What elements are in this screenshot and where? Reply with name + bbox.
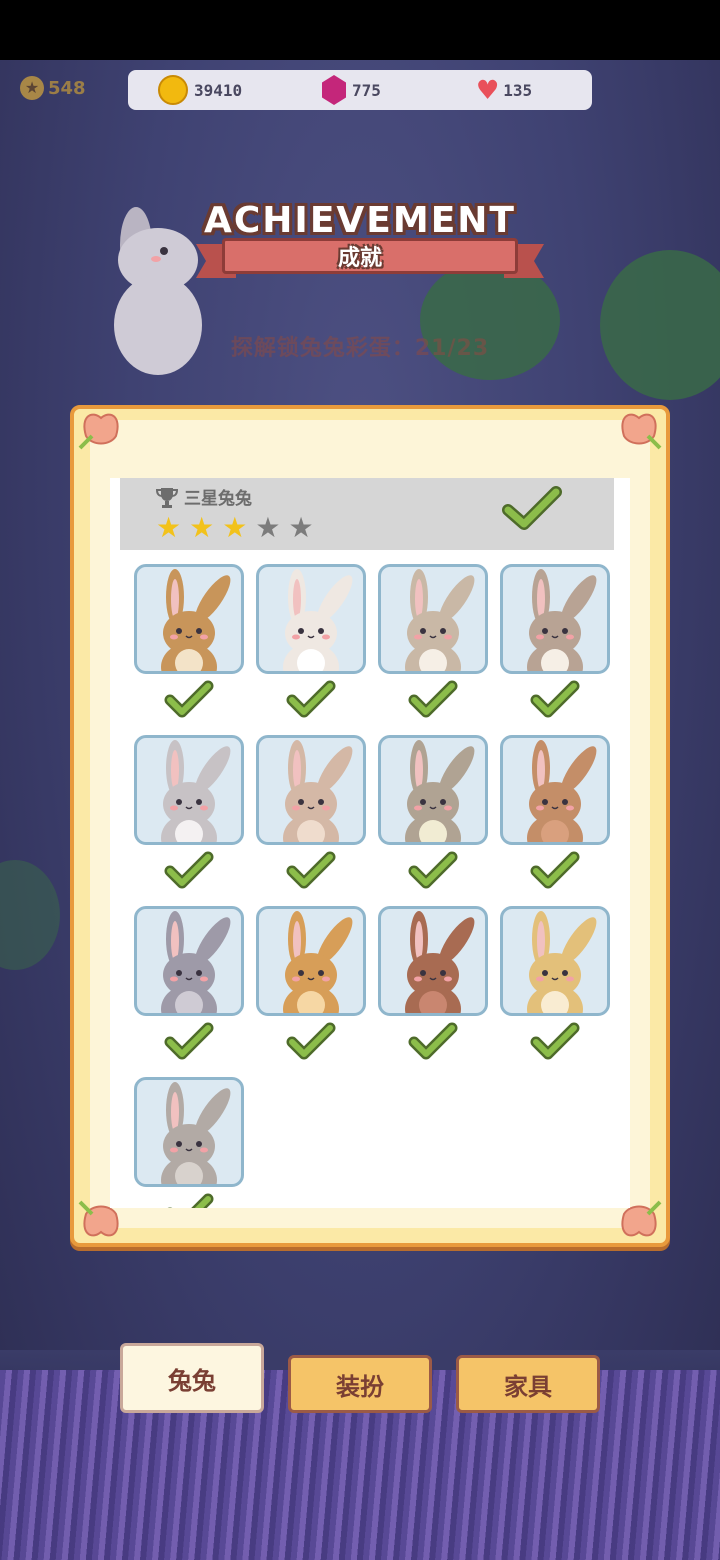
page-subtitle: 成就 bbox=[337, 246, 382, 271]
checkmark-icon bbox=[530, 851, 580, 889]
checkmark-icon bbox=[164, 680, 214, 718]
bunny-icon bbox=[527, 911, 597, 1013]
achievement-list[interactable]: 三星兔兔 ★ ★ ★ ★ ★ bbox=[110, 478, 630, 1208]
gem-icon bbox=[322, 75, 346, 105]
bunny-card[interactable] bbox=[256, 564, 366, 674]
unlock-progress: 探解锁兔兔彩蛋：21/23 bbox=[230, 336, 490, 361]
heart-counter[interactable]: ♥ 135 bbox=[478, 72, 532, 108]
achievement-stars: ★ ★ ★ ★ ★ bbox=[156, 514, 314, 542]
tab-furniture[interactable]: 家具 bbox=[456, 1355, 600, 1413]
achievement-row: 三星兔兔 ★ ★ ★ ★ ★ bbox=[120, 478, 614, 550]
bunny-icon bbox=[161, 911, 231, 1013]
tab-bunnies[interactable]: 兔兔 bbox=[120, 1343, 264, 1413]
coin-counter[interactable]: 39410 bbox=[158, 72, 242, 108]
bunny-icon bbox=[161, 1082, 231, 1184]
bunny-card[interactable] bbox=[134, 735, 244, 845]
achievement-title: 三星兔兔 bbox=[156, 484, 252, 509]
checkmark-icon bbox=[530, 1022, 580, 1060]
bunny-icon bbox=[161, 740, 231, 842]
checkmark-icon bbox=[408, 851, 458, 889]
checkmark-icon bbox=[164, 1022, 214, 1060]
bunny-card[interactable] bbox=[378, 564, 488, 674]
bunny-card[interactable] bbox=[378, 735, 488, 845]
tab-label: 兔兔 bbox=[168, 1366, 216, 1395]
tab-label: 装扮 bbox=[336, 1372, 384, 1401]
heart-icon: ♥ bbox=[478, 71, 498, 109]
gem-value: 775 bbox=[352, 80, 381, 100]
tab-label: 家具 bbox=[504, 1372, 552, 1401]
level-star-icon: ★ bbox=[20, 76, 44, 100]
bunny-card[interactable] bbox=[256, 735, 366, 845]
bunny-card[interactable] bbox=[378, 906, 488, 1016]
bunny-icon bbox=[405, 740, 475, 842]
coin-icon bbox=[158, 75, 188, 105]
checkmark-icon bbox=[286, 680, 336, 718]
bunny-card[interactable] bbox=[256, 906, 366, 1016]
bunny-icon bbox=[161, 569, 231, 671]
bunny-card[interactable] bbox=[134, 564, 244, 674]
star-icon: ★ bbox=[189, 511, 215, 544]
heart-value: 135 bbox=[503, 80, 533, 100]
bunny-icon bbox=[283, 569, 353, 671]
bunny-icon bbox=[283, 740, 353, 842]
checkmark-icon bbox=[167, 1193, 214, 1208]
star-icon: ★ bbox=[222, 511, 248, 544]
checkmark-icon bbox=[286, 851, 336, 889]
status-bar bbox=[0, 0, 720, 60]
bunny-card[interactable] bbox=[500, 735, 610, 845]
bunny-card[interactable] bbox=[500, 564, 610, 674]
tulip-corner-icon bbox=[78, 413, 119, 450]
star-icon: ★ bbox=[255, 511, 281, 544]
checkmark-icon bbox=[530, 680, 580, 718]
checkmark-icon bbox=[164, 851, 214, 889]
bush-decoration bbox=[420, 260, 560, 380]
achievement-name: 三星兔兔 bbox=[184, 489, 252, 509]
bunny-icon bbox=[405, 911, 475, 1013]
level-value: 548 bbox=[48, 77, 86, 99]
tab-outfits[interactable]: 装扮 bbox=[288, 1355, 432, 1413]
bunny-icon bbox=[527, 569, 597, 671]
bunny-icon bbox=[405, 569, 475, 671]
page-title: ACHIEVEMENT bbox=[204, 200, 516, 241]
checkmark-icon bbox=[502, 486, 562, 530]
bunny-card[interactable] bbox=[500, 906, 610, 1016]
player-level[interactable]: ★ 548 bbox=[20, 76, 86, 100]
bunny-icon bbox=[527, 740, 597, 842]
checkmark-icon bbox=[286, 1022, 336, 1060]
star-icon: ★ bbox=[288, 511, 314, 544]
bunny-card[interactable] bbox=[134, 1077, 244, 1187]
trophy-icon bbox=[156, 487, 178, 508]
gem-counter[interactable]: 775 bbox=[322, 72, 381, 108]
tulip-corner-icon bbox=[621, 413, 662, 450]
bunny-card[interactable] bbox=[134, 906, 244, 1016]
checkmark-icon bbox=[408, 1022, 458, 1060]
coin-value: 39410 bbox=[194, 80, 243, 100]
star-icon: ★ bbox=[156, 511, 182, 544]
bunny-icon bbox=[283, 911, 353, 1013]
checkmark-icon bbox=[408, 680, 458, 718]
